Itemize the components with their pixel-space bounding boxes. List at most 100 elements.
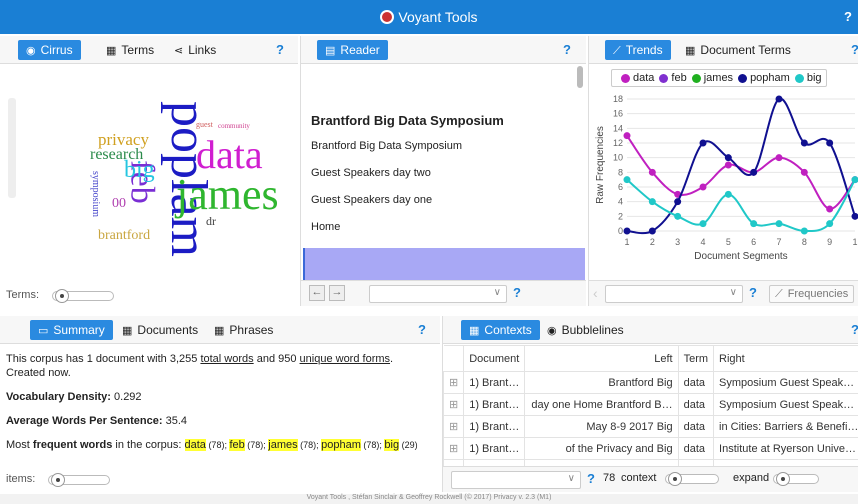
items-slider[interactable] <box>48 473 110 487</box>
trends-panel: ⟋Trends ▦Document Terms ? data feb james… <box>588 36 858 306</box>
reader-line: Brantford Big Data Symposium <box>311 140 463 152</box>
tab-document-terms[interactable]: ▦ Document Terms <box>677 40 799 60</box>
expand-slider[interactable] <box>773 472 819 486</box>
freq-word[interactable]: james <box>268 439 298 451</box>
context-slider[interactable] <box>665 472 719 486</box>
x-tick-label: 6 <box>751 237 756 247</box>
contexts-help-button[interactable]: ? <box>851 322 858 337</box>
column-header-right[interactable]: Right <box>713 345 858 372</box>
x-axis-label: Document Segments <box>694 251 787 262</box>
contexts-panel: ▦Contexts ◉Bubblelines ? Document Left T… <box>442 316 858 492</box>
tab-terms[interactable]: ▦ Terms <box>98 40 162 60</box>
freq-word[interactable]: data <box>184 439 206 451</box>
expand-row-icon[interactable]: ⊞ <box>443 437 465 460</box>
data-point-popham <box>800 139 808 147</box>
table-row[interactable]: ⊞ 1) Brant… Brantford Big data Symposium Gue… <box>443 371 858 394</box>
cirrus-help-button[interactable]: ? <box>276 42 284 57</box>
trends-footer: ‹ ∨ ? ⟋ Frequencies <box>589 280 858 306</box>
column-header-term[interactable]: Term <box>677 345 715 372</box>
word-brantford[interactable]: brantford <box>98 229 150 243</box>
tab-summary[interactable]: ▭ Summary <box>30 320 113 340</box>
trends-header: ⟋Trends ▦Document Terms ? <box>589 36 858 64</box>
table-row[interactable]: ⊞ 1) Brant… of the Privacy and Big data Inst… <box>443 437 858 460</box>
x-tick-label: 1 <box>624 237 629 247</box>
data-point-data <box>648 168 656 176</box>
reader-scrollbar[interactable] <box>577 66 583 88</box>
table-row[interactable]: ⊞ 1) Brant… day one Home Brantford B… data S… <box>443 393 858 416</box>
word-community[interactable]: community <box>218 123 250 130</box>
x-tick-label: 7 <box>776 237 781 247</box>
contexts-search-help[interactable]: ? <box>587 471 595 486</box>
reader-text: Brantford Big Data Symposium Brantford B… <box>301 65 577 245</box>
tab-cirrus[interactable]: ◉ Cirrus <box>18 40 81 60</box>
data-point-data <box>800 168 808 176</box>
word-cloud[interactable]: poplam james data feb big privacy resear… <box>0 65 298 280</box>
x-tick-label: 4 <box>700 237 705 247</box>
y-tick-label: 0 <box>618 226 623 236</box>
column-header-document[interactable]: Document <box>463 345 526 372</box>
tab-phrases[interactable]: ▦ Phrases <box>206 320 281 340</box>
table-row[interactable]: ⊞ 1) Brant… May 8-9 2017 Big data in Cities:… <box>443 415 858 438</box>
word-dr[interactable]: dr <box>206 215 216 227</box>
cirrus-panel: ◉ Cirrus ▦ Terms ⋖ Links ? poplam james dat… <box>0 36 298 306</box>
context-count: 78 <box>603 472 616 484</box>
table-icon: ▦ <box>685 45 696 57</box>
y-tick-label: 16 <box>613 109 623 119</box>
x-tick-label: 3 <box>675 237 680 247</box>
previous-arrow-icon[interactable]: ← <box>309 285 325 301</box>
trends-search-combo[interactable]: ∨ <box>605 285 743 303</box>
eye-icon: ◉ <box>26 45 36 57</box>
data-point-big <box>674 212 682 220</box>
trend-plot[interactable]: 0246810121416181 2 3 4 5 6 7 8 9 1Document Segmen… <box>589 65 858 280</box>
reader-help-button[interactable]: ? <box>563 42 571 57</box>
data-point-data <box>826 205 834 213</box>
trends-search-help[interactable]: ? <box>749 285 757 300</box>
frequencies-button[interactable]: ⟋ Frequencies <box>769 285 855 303</box>
app-help-button[interactable]: ? <box>844 9 852 24</box>
reader-heading: Brantford Big Data Symposium <box>311 113 504 128</box>
tab-bubblelines[interactable]: ◉ Bubblelines <box>539 320 632 340</box>
reader-search-combo[interactable]: ∨ <box>369 285 507 303</box>
x-tick-label: 2 <box>650 237 655 247</box>
freq-word[interactable]: popham <box>321 439 361 451</box>
total-words-link[interactable]: total words <box>200 353 253 365</box>
word-research[interactable]: research <box>90 147 143 163</box>
expander-column-header <box>443 345 465 372</box>
unique-forms-link[interactable]: unique word forms <box>300 353 391 365</box>
word-james[interactable]: james <box>176 173 279 217</box>
tab-trends[interactable]: ⟋ Trends <box>605 40 671 60</box>
data-point-popham <box>648 227 656 235</box>
word-guest[interactable]: guest <box>196 121 213 129</box>
contexts-search-combo[interactable]: ∨ <box>451 471 581 489</box>
word-symposium[interactable]: symposium <box>90 171 101 217</box>
items-label: items: <box>6 473 36 485</box>
word-data[interactable]: data <box>196 135 263 175</box>
y-tick-label: 12 <box>613 138 623 148</box>
trends-help-button[interactable]: ? <box>851 42 858 57</box>
average-words: Average Words Per Sentence: 35.4 <box>6 415 187 427</box>
tab-reader[interactable]: ▤ Reader <box>317 40 388 60</box>
next-arrow-icon[interactable]: → <box>329 285 345 301</box>
trends-chart[interactable]: data feb james popham big 0 2 4 6 8 10 12 14 16 1… <box>589 65 858 280</box>
trends-previous-icon[interactable]: ‹ <box>593 285 598 301</box>
reader-line: Home <box>311 221 341 233</box>
x-tick-label: 5 <box>726 237 731 247</box>
reader-doc-bar[interactable] <box>303 248 585 280</box>
data-point-big <box>699 220 707 228</box>
freq-word[interactable]: feb <box>229 439 245 451</box>
tab-contexts[interactable]: ▦ Contexts <box>461 320 540 340</box>
tab-documents[interactable]: ▦ Documents <box>114 320 206 340</box>
data-point-data <box>724 161 732 169</box>
column-header-left[interactable]: Left <box>524 345 679 372</box>
y-tick-label: 2 <box>618 211 623 221</box>
word-00[interactable]: 00 <box>112 197 126 211</box>
summary-help-button[interactable]: ? <box>418 322 426 337</box>
reader-search-help[interactable]: ? <box>513 285 521 300</box>
expand-row-icon[interactable]: ⊞ <box>443 371 465 394</box>
expand-row-icon[interactable]: ⊞ <box>443 415 465 438</box>
freq-word[interactable]: big <box>384 439 400 451</box>
tab-links[interactable]: ⋖ Links <box>166 40 224 60</box>
expand-row-icon[interactable]: ⊞ <box>443 393 465 416</box>
terms-slider[interactable] <box>52 289 114 303</box>
data-point-big <box>623 176 631 184</box>
